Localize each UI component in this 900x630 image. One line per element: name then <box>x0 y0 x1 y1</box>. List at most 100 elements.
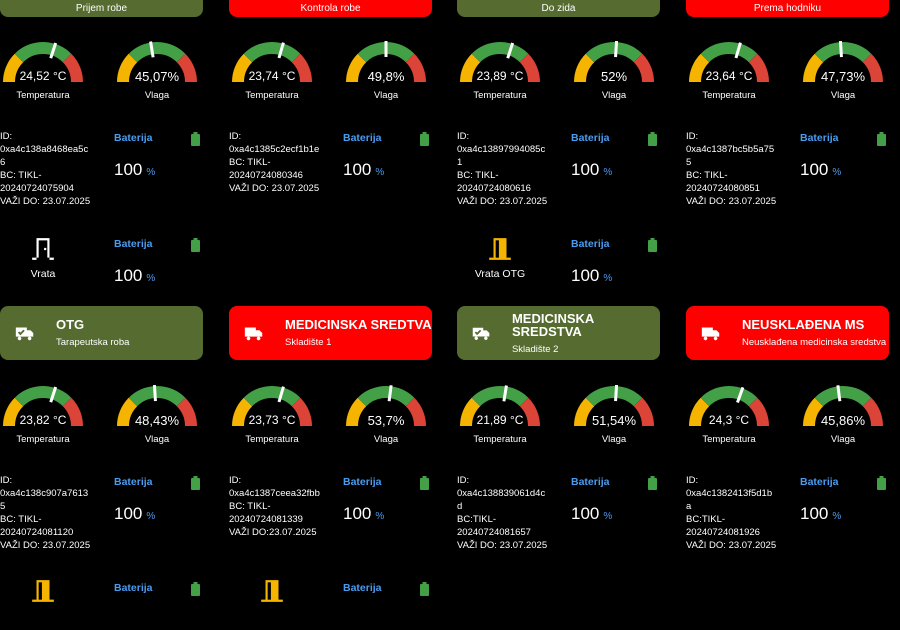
room-card[interactable]: MEDICINSKA SREDSTVA Skladište 2 <box>457 306 660 360</box>
humidity-gauge-label: Vlaga <box>144 434 170 445</box>
humidity-gauge-segment-1 <box>128 386 186 407</box>
device-info-line: 0xa4c138839061d4c <box>457 488 546 499</box>
device-info-line: VAŽI DO: 23.07.2025 <box>686 540 777 551</box>
room-card-subtitle: Skladište 1 <box>285 337 332 348</box>
temperature-gauge-segment-1 <box>471 386 529 407</box>
device-info-line: ID: <box>686 475 699 486</box>
room-card[interactable]: MEDICINSKA SREDTVA Skladište 1 <box>229 306 432 360</box>
door-sensor <box>0 578 86 604</box>
room-column-bottom-3: NEUSKLAĐENA MS Neusklađena medicinska sre… <box>686 0 900 600</box>
sensor-battery: Baterija 100% <box>343 476 433 524</box>
humidity-gauge-needle <box>387 385 393 402</box>
battery-icon <box>877 476 886 490</box>
humidity-gauge-value: 51,54% <box>591 413 637 428</box>
room-card-subtitle: Skladište 2 <box>511 343 559 355</box>
truck-icon <box>244 327 263 341</box>
device-info-line: VAŽI DO: 23.07.2025 <box>457 540 548 551</box>
humidity-gauge: 45,86% Vlaga <box>800 384 886 445</box>
truck-check-icon <box>15 327 34 341</box>
device-info-line: 20240724081339 <box>229 514 303 525</box>
sensor-battery-value-row: 100% <box>343 504 433 524</box>
temperature-gauge-segment-1 <box>700 386 758 407</box>
device-info-line: 0xa4c1387ceea32fbb <box>229 488 320 499</box>
sensor-battery-value: 100 <box>800 504 829 523</box>
device-info-line: ID: <box>457 475 470 486</box>
humidity-gauge-needle <box>836 385 842 402</box>
device-info-line: BC:TIKL- <box>457 514 497 525</box>
room-card-title: OTG <box>56 317 85 332</box>
room-card[interactable]: NEUSKLAĐENA MS Neusklađena medicinska sre… <box>686 306 889 360</box>
room-card[interactable]: OTG Tarapeutska roba <box>0 306 203 360</box>
device-info-line: VAŽI DO: 23.07.2025 <box>0 540 91 551</box>
device-info-line: 0xa4c138c907a7613 <box>0 488 89 499</box>
humidity-gauge-label: Vlaga <box>601 434 627 445</box>
humidity-gauge: 51,54% Vlaga <box>571 384 657 445</box>
humidity-gauge-value: 53,7% <box>367 413 405 428</box>
temperature-gauge-value: 21,89 °C <box>476 413 524 427</box>
temperature-gauge: 23,73 °C Temperatura <box>229 384 315 445</box>
device-info: ID: 0xa4c1387ceea32fbb BC: TIKL- 2024072408… <box>229 474 320 539</box>
room-card-title: MEDICINSKA SREDSTVA <box>511 310 594 339</box>
humidity-gauge-label: Vlaga <box>830 434 856 445</box>
sensor-battery-value: 100 <box>571 504 600 523</box>
room-card-text: OTG Tarapeutska roba <box>56 318 129 348</box>
humidity-gauge-segment-1 <box>814 386 872 407</box>
temperature-gauge: 21,89 °C Temperatura <box>457 384 543 445</box>
room-card-subtitle: Tarapeutska roba <box>56 337 130 348</box>
truck-check-icon <box>472 327 490 340</box>
room-column-bottom-1: MEDICINSKA SREDTVA Skladište 1 23,73 °C Tem… <box>229 0 458 602</box>
temperature-gauge-label: Temperatura <box>245 434 299 445</box>
device-info: ID: 0xa4c138839061d4c d BC:TIKL- 20240724081… <box>457 474 547 552</box>
sensor-battery-unit: % <box>832 511 842 522</box>
room-column-bottom-2: MEDICINSKA SREDSTVA Skladište 2 21,89 °C Te… <box>457 0 686 600</box>
device-info-line: BC: TIKL- <box>229 501 271 512</box>
room-card-title: NEUSKLAĐENA MS <box>742 317 865 332</box>
sensor-battery-unit: % <box>603 511 613 522</box>
door-battery: Baterija <box>343 582 433 630</box>
temperature-gauge-label: Temperatura <box>16 434 70 445</box>
room-card-subtitle: Neusklađena medicinska sredstva <box>742 337 887 348</box>
sensor-battery-value-row: 100% <box>800 504 890 524</box>
device-info-line: 20240724081926 <box>686 527 760 538</box>
door-battery-value-row <box>343 610 433 630</box>
room-column-bottom-0: OTG Tarapeutska roba 23,82 °C Temperatura 48… <box>0 0 229 602</box>
device-info-line: BC: TIKL- <box>0 514 42 525</box>
sensor-battery-value-row: 100% <box>571 504 661 524</box>
temperature-gauge-label: Temperatura <box>702 434 756 445</box>
door-icon <box>261 580 283 602</box>
humidity-gauge-label: Vlaga <box>373 434 399 445</box>
room-card-text: MEDICINSKA SREDSTVA Skladište 2 <box>512 312 660 355</box>
battery-icon <box>420 582 429 596</box>
sensor-battery-unit: % <box>146 511 156 522</box>
sensor-battery-value-row: 100% <box>114 504 204 524</box>
temperature-gauge-value: 23,82 °C <box>19 413 67 427</box>
temperature-gauge: 24,3 °C Temperatura <box>686 384 772 445</box>
device-info-line: 5 <box>0 501 6 512</box>
device-info-line: a <box>686 501 692 512</box>
door-battery-value-row <box>114 610 204 630</box>
truck-icon <box>701 327 720 341</box>
sensor-battery: Baterija 100% <box>800 476 890 524</box>
room-card-text: MEDICINSKA SREDTVA Skladište 1 <box>285 318 432 348</box>
temperature-gauge-value: 23,73 °C <box>248 413 296 427</box>
door-sensor <box>229 578 315 604</box>
sensor-battery: Baterija 100% <box>571 476 661 524</box>
battery-icon <box>648 476 657 490</box>
sensor-battery: Baterija 100% <box>114 476 204 524</box>
battery-icon <box>420 476 429 490</box>
room-card-title: MEDICINSKA SREDTVA <box>285 317 432 332</box>
device-info-line: d <box>457 501 463 512</box>
humidity-gauge: 53,7% Vlaga <box>343 384 429 445</box>
temperature-gauge-segment-1 <box>243 386 301 407</box>
door-battery: Baterija <box>114 582 204 630</box>
humidity-gauge-value: 45,86% <box>820 413 866 428</box>
humidity-gauge-needle <box>614 384 619 402</box>
sensor-battery-value: 100 <box>343 504 372 523</box>
temperature-gauge-segment-1 <box>14 386 72 407</box>
room-card-text: NEUSKLAĐENA MS Neusklađena medicinska sre… <box>742 318 886 348</box>
device-info: ID: 0xa4c138c907a7613 5 BC: TIKL- 2024072408… <box>0 474 90 552</box>
humidity-gauge-needle <box>152 384 157 402</box>
humidity-gauge-value: 48,43% <box>134 413 180 428</box>
humidity-gauge-segment-1 <box>585 386 643 407</box>
device-info-line: 20240724081657 <box>457 527 531 538</box>
